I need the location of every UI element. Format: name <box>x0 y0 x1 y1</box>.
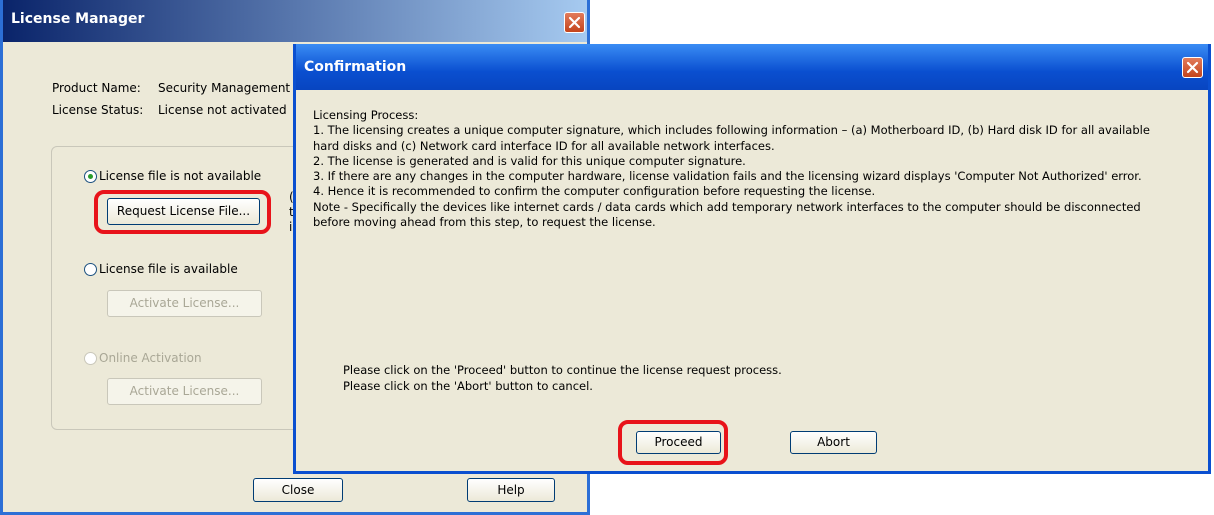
license-status-label: License Status: <box>52 103 144 117</box>
license-manager-close-button[interactable] <box>564 12 585 33</box>
online-activation-label: Online Activation <box>99 351 202 365</box>
footer-text: Please click on the 'Proceed' button to … <box>343 362 782 394</box>
close-icon <box>568 16 581 29</box>
product-name-value: Security Management S <box>158 81 302 95</box>
confirmation-title: Confirmation <box>304 59 407 75</box>
proceed-button-highlight <box>618 420 728 465</box>
process-line-6: Note - Specifically the devices like int… <box>313 199 1141 214</box>
confirmation-titlebar: Confirmation <box>296 44 1208 90</box>
license-status-value: License not activated <box>158 103 287 117</box>
radio-license-not-available[interactable] <box>84 170 97 183</box>
process-line-4: 3. If there are any changes in the compu… <box>313 169 1142 184</box>
footer-line-2: Please click on the 'Abort' button to ca… <box>343 379 593 393</box>
request-button-highlight <box>94 190 271 234</box>
abort-button[interactable]: Abort <box>790 431 877 454</box>
licensing-heading: Licensing Process: <box>313 108 419 122</box>
process-line-2: hard disks and (c) Network card interfac… <box>313 138 775 153</box>
license-manager-title: License Manager <box>11 11 145 27</box>
radio-online-activation <box>84 352 97 365</box>
process-line-5: 4. Hence it is recommended to confirm th… <box>313 184 876 199</box>
process-line-1: 1. The licensing creates a unique comput… <box>313 123 1150 138</box>
process-line-3: 2. The license is generated and is valid… <box>313 153 746 168</box>
help-button[interactable]: Help <box>467 478 555 502</box>
activate-license-button-2: Activate License... <box>107 378 262 405</box>
activate-license-button-1: Activate License... <box>107 290 262 317</box>
close-button[interactable]: Close <box>253 478 343 502</box>
license-available-label: License file is available <box>99 262 238 276</box>
process-line-7: before moving ahead from this step, to r… <box>313 215 656 230</box>
radio-license-available[interactable] <box>84 263 97 276</box>
licensing-process-text: Licensing Process: 1. The licensing crea… <box>313 108 1203 230</box>
footer-line-1: Please click on the 'Proceed' button to … <box>343 363 782 377</box>
license-not-available-label: License file is not available <box>99 169 262 183</box>
confirmation-close-button[interactable] <box>1182 57 1203 78</box>
close-icon <box>1186 61 1199 74</box>
license-manager-titlebar: License Manager <box>3 0 587 42</box>
product-name-label: Product Name: <box>52 81 141 95</box>
confirmation-dialog: Confirmation Licensing Process: 1. The l… <box>293 44 1211 474</box>
